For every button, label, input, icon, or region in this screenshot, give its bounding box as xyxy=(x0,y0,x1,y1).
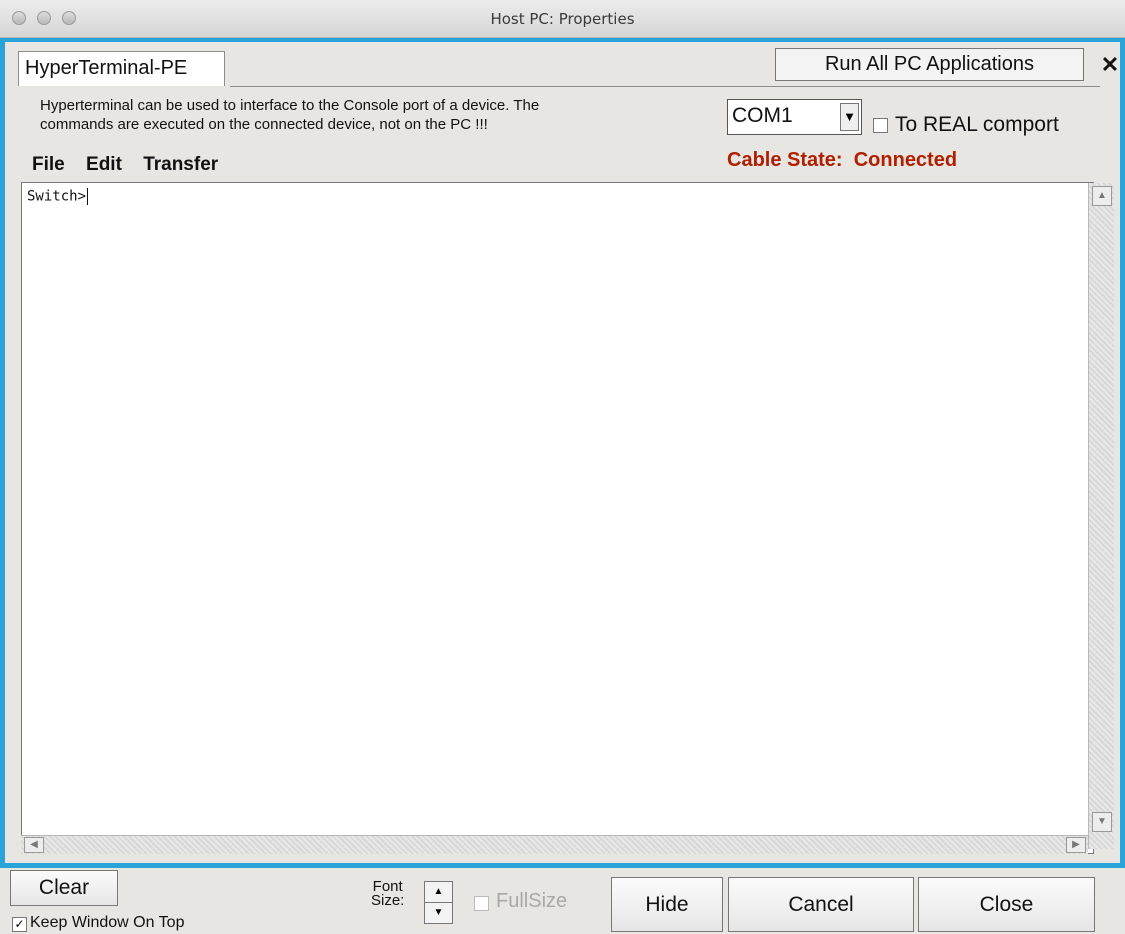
keep-on-top-label: Keep Window On Top xyxy=(30,914,185,931)
close-panel-icon[interactable]: ✕ xyxy=(1098,50,1122,80)
clear-button[interactable]: Clear xyxy=(10,870,118,906)
scroll-left-icon[interactable]: ◀ xyxy=(24,837,44,853)
fullsize-checkbox[interactable] xyxy=(474,896,489,911)
keep-on-top-checkbox[interactable]: ✓ xyxy=(12,917,27,932)
com-port-select[interactable]: COM1 ▼ xyxy=(727,99,862,135)
font-label-line-2: Size: xyxy=(371,892,405,909)
vertical-scrollbar[interactable] xyxy=(1088,183,1114,849)
text-caret xyxy=(87,188,89,205)
menu-transfer[interactable]: Transfer xyxy=(143,154,218,175)
window-title: Host PC: Properties xyxy=(490,10,635,28)
tab-divider xyxy=(230,86,1100,87)
terminal-output[interactable]: Switch> xyxy=(21,182,1094,854)
menu-edit[interactable]: Edit xyxy=(86,154,122,175)
menu-file[interactable]: File xyxy=(32,154,65,175)
run-all-pc-applications-button[interactable]: Run All PC Applications xyxy=(775,48,1084,81)
scroll-right-icon[interactable]: ▶ xyxy=(1066,837,1086,853)
description-line-1: Hyperterminal can be used to interface t… xyxy=(40,97,540,114)
chevron-down-icon[interactable]: ▼ xyxy=(840,103,859,131)
cable-state: Cable State: Connected xyxy=(727,149,957,172)
terminal-text: Switch> xyxy=(27,188,89,205)
scroll-up-icon[interactable]: ▲ xyxy=(1092,186,1112,206)
terminal-menubar: File Edit Transfer xyxy=(32,154,234,176)
font-size-label: Font Size: xyxy=(371,879,405,909)
font-size-increase-icon[interactable]: ▲ xyxy=(424,881,453,903)
description-text: Hyperterminal can be used to interface t… xyxy=(40,96,720,134)
fullsize-label: FullSize xyxy=(496,890,568,912)
tab-hyperterminal[interactable]: HyperTerminal-PE xyxy=(18,51,225,86)
cable-state-label: Cable State: xyxy=(727,149,843,171)
real-comport-label: To REAL comport xyxy=(895,113,1059,136)
real-comport-checkbox[interactable] xyxy=(873,118,888,133)
scroll-down-icon[interactable]: ▼ xyxy=(1092,812,1112,832)
terminal-prompt: Switch> xyxy=(27,188,87,205)
font-size-decrease-icon[interactable]: ▼ xyxy=(424,902,453,924)
hide-button[interactable]: Hide xyxy=(611,877,723,932)
cable-state-value: Connected xyxy=(853,149,958,171)
horizontal-scrollbar[interactable] xyxy=(21,835,1088,854)
window-titlebar[interactable]: Host PC: Properties xyxy=(0,0,1125,38)
description-line-2: commands are executed on the connected d… xyxy=(40,116,488,133)
close-button[interactable]: Close xyxy=(918,877,1095,932)
cancel-button[interactable]: Cancel xyxy=(728,877,914,932)
com-port-value: COM1 xyxy=(732,104,793,127)
